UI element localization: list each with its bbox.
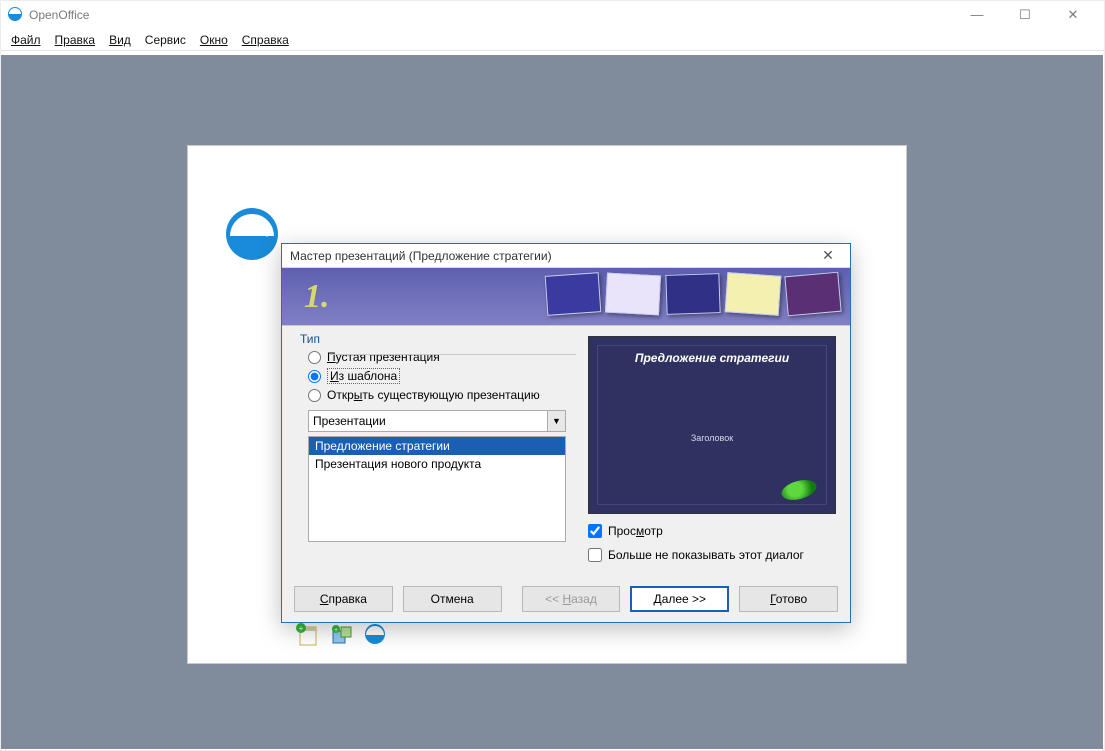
template-listbox[interactable]: Предложение стратегии Презентация нового…	[308, 436, 566, 542]
menu-help[interactable]: Справка	[242, 33, 289, 47]
window-controls: — ☐ ✕	[962, 7, 1098, 23]
openoffice-small-icon[interactable]	[364, 623, 388, 647]
dont-show-checkbox-label: Больше не показывать этот диалог	[608, 548, 804, 562]
dropdown-selected-value: Презентации	[313, 414, 386, 428]
radio-from-template[interactable]	[308, 370, 321, 383]
close-button[interactable]: ✕	[1058, 7, 1088, 23]
app-icon	[7, 6, 23, 25]
radio-empty-label: Пустая презентация	[327, 350, 440, 364]
help-button[interactable]: Справка	[294, 586, 393, 612]
list-item[interactable]: Презентация нового продукта	[309, 455, 565, 473]
wizard-banner: 1.	[282, 268, 850, 326]
menu-file[interactable]: Файл	[11, 33, 41, 47]
preview-subtitle: Заголовок	[589, 433, 835, 443]
maximize-button[interactable]: ☐	[1010, 7, 1040, 23]
list-item[interactable]: Предложение стратегии	[309, 437, 565, 455]
radio-from-template-label: Из шаблона	[327, 368, 400, 384]
type-group: Тип Пустая презентация Из шаблона	[294, 332, 576, 542]
dropdown-button-icon[interactable]: ▼	[547, 411, 565, 431]
svg-text:+: +	[334, 627, 338, 634]
wizard-close-button[interactable]: ✕	[814, 247, 842, 264]
titlebar: OpenOffice — ☐ ✕	[1, 1, 1104, 29]
wizard-title-text: Мастер презентаций (Предложение стратеги…	[290, 249, 552, 263]
preview-checkbox[interactable]	[588, 524, 602, 538]
openoffice-logo-icon	[224, 206, 280, 265]
app-title: OpenOffice	[29, 8, 89, 22]
templates-icon[interactable]: +	[296, 623, 320, 647]
cancel-button[interactable]: Отмена	[403, 586, 502, 612]
client-area: + + Мастер презентаций (Предложение стра…	[1, 55, 1103, 749]
radio-open-existing-label: Открыть существующую презентацию	[327, 388, 540, 402]
menu-edit[interactable]: Правка	[55, 33, 96, 47]
radio-empty-row[interactable]: Пустая презентация	[308, 350, 576, 364]
wizard-button-bar: Справка Отмена << Назад Далее >> Готово	[294, 586, 838, 612]
minimize-button[interactable]: —	[962, 7, 992, 23]
svg-text:+: +	[299, 624, 304, 633]
start-center-bottom-icons: + +	[296, 623, 388, 647]
menu-window[interactable]: Окно	[200, 33, 228, 47]
back-button: << Назад	[522, 586, 621, 612]
preview-checkbox-label: Просмотр	[608, 524, 663, 538]
dont-show-checkbox[interactable]	[588, 548, 602, 562]
wizard-titlebar: Мастер презентаций (Предложение стратеги…	[282, 244, 850, 268]
wizard-step-number: 1.	[304, 278, 330, 316]
finish-button[interactable]: Готово	[739, 586, 838, 612]
menu-view[interactable]: Вид	[109, 33, 131, 47]
type-group-legend: Тип	[296, 332, 324, 346]
radio-open-existing-row[interactable]: Открыть существующую презентацию	[308, 388, 576, 402]
radio-from-template-row[interactable]: Из шаблона	[308, 368, 576, 384]
presentation-wizard-dialog: Мастер презентаций (Предложение стратеги…	[281, 243, 851, 623]
preview-pane: Предложение стратегии Заголовок	[588, 336, 836, 514]
dont-show-checkbox-row[interactable]: Больше не показывать этот диалог	[588, 548, 838, 562]
app-window: OpenOffice — ☐ ✕ Файл Правка Вид Сервис …	[0, 0, 1105, 751]
next-button[interactable]: Далее >>	[630, 586, 729, 612]
radio-empty[interactable]	[308, 351, 321, 364]
menu-tools[interactable]: Сервис	[145, 33, 186, 47]
radio-open-existing[interactable]	[308, 389, 321, 402]
banner-thumbnails	[546, 274, 840, 314]
preview-checkbox-row[interactable]: Просмотр	[588, 524, 838, 538]
template-category-dropdown[interactable]: Презентации ▼	[308, 410, 566, 432]
extensions-icon[interactable]: +	[330, 623, 354, 647]
menubar: Файл Правка Вид Сервис Окно Справка	[1, 29, 1104, 51]
